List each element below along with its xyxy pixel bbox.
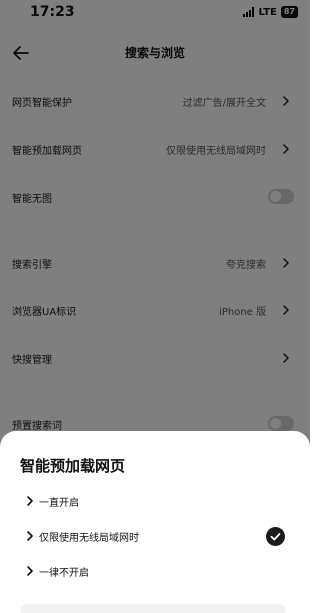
chevron-right-icon [27,566,33,576]
option-wifi-only[interactable]: 仅限使用无线局域网时 [0,521,310,551]
option-never[interactable]: 一律不开启 [0,556,310,586]
option-label: 仅限使用无线局域网时 [39,533,139,544]
chevron-right-icon [27,531,33,541]
option-always-on[interactable]: 一直开启 [0,486,310,516]
option-label: 一律不开启 [39,568,89,579]
sheet-cancel-area[interactable] [20,604,286,613]
sheet-title: 智能预加载网页 [20,457,126,475]
chevron-right-icon [27,496,33,506]
option-label: 一直开启 [39,498,79,509]
check-circle-icon [266,527,285,546]
preload-options-sheet: 智能预加载网页 一直开启 仅限使用无线局域网时 一律不开启 [0,431,310,613]
